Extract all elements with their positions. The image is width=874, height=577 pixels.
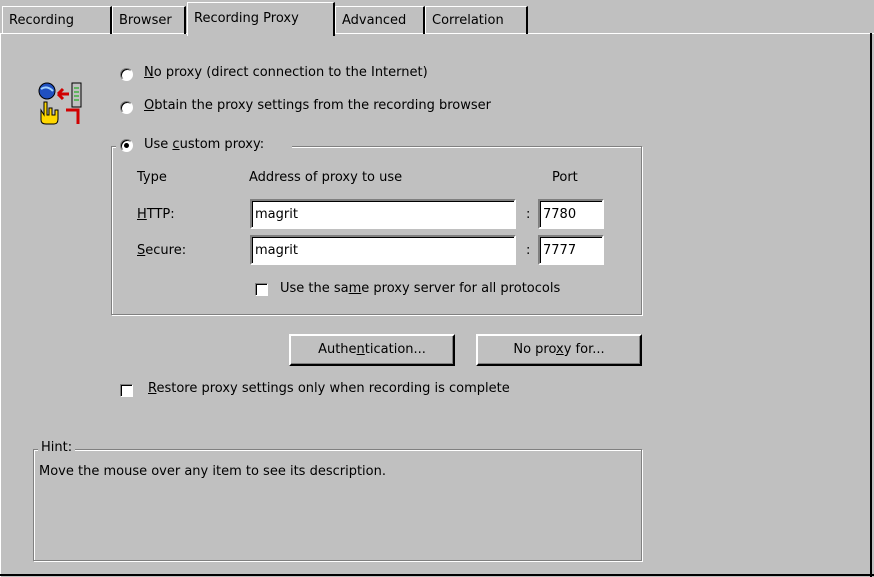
tab-browser[interactable]: Browser [112, 6, 186, 34]
hint-text: Move the mouse over any item to see its … [39, 464, 386, 479]
no-proxy-radio[interactable] [120, 68, 133, 81]
tab-correlation[interactable]: Correlation [425, 6, 528, 34]
hint-title: Hint: [38, 440, 76, 458]
http-port-input[interactable]: 7780 [538, 199, 604, 229]
no-proxy-label[interactable]: No proxy (direct connection to the Inter… [144, 65, 428, 80]
column-header-port: Port [552, 170, 578, 185]
custom-proxy-radio[interactable] [120, 139, 133, 152]
http-port-separator: : [526, 207, 531, 222]
restore-proxy-label[interactable]: Restore proxy settings only when recordi… [148, 381, 510, 396]
radio-selected-dot [124, 143, 129, 148]
tab-page-border-left [0, 33, 1, 577]
tab-strip: Recording Browser Recording Proxy Advanc… [0, 0, 874, 36]
secure-address-input[interactable]: magrit [250, 235, 516, 265]
no-proxy-for-button[interactable]: No proxy for... [476, 334, 642, 366]
tab-page-border-bottom [0, 574, 874, 576]
secure-port-input[interactable]: 7777 [538, 235, 604, 265]
obtain-proxy-radio[interactable] [120, 101, 133, 114]
tab-recording[interactable]: Recording [2, 6, 112, 34]
secure-port-separator: : [526, 243, 531, 258]
tab-advanced[interactable]: Advanced [335, 6, 425, 34]
restore-proxy-checkbox[interactable] [120, 384, 133, 397]
custom-proxy-label[interactable]: Use custom proxy: [144, 137, 264, 152]
column-header-address: Address of proxy to use [249, 170, 403, 185]
column-header-type: Type [137, 170, 167, 185]
same-server-checkbox[interactable] [255, 283, 268, 296]
authentication-button[interactable]: Authentication... [289, 334, 455, 366]
http-address-input[interactable]: magrit [250, 199, 516, 229]
http-label: HTTP: [137, 207, 175, 222]
obtain-proxy-label[interactable]: Obtain the proxy settings from the recor… [144, 98, 491, 113]
secure-label: Secure: [137, 243, 187, 258]
tab-page-border-right [870, 33, 872, 577]
same-server-label[interactable]: Use the same proxy server for all protoc… [280, 281, 560, 296]
tab-recording-proxy[interactable]: Recording Proxy [187, 2, 335, 36]
proxy-settings-icon [36, 80, 84, 126]
